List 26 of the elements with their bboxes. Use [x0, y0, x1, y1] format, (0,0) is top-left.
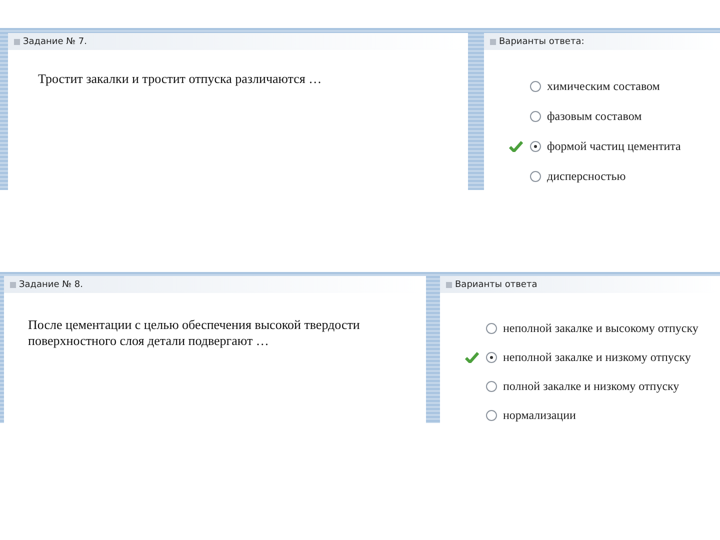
radio-button[interactable] — [530, 80, 541, 92]
answer-option[interactable]: фазовым составом — [547, 108, 642, 124]
square-icon — [446, 282, 452, 288]
answer-option[interactable]: химическим составом — [547, 78, 660, 94]
answers-title: Варианты ответа: — [499, 36, 584, 46]
answer-option[interactable]: полной закалке и низкому отпуску — [503, 378, 680, 394]
radio-button[interactable] — [486, 322, 497, 334]
answer-option[interactable]: дисперсностью — [547, 168, 626, 184]
radio-button[interactable] — [486, 352, 497, 362]
answer-option[interactable]: формой частиц цементита — [547, 138, 681, 154]
square-icon — [490, 38, 496, 44]
question-text: После цементации с целью обеспечения высокой твердости поверхностного слоя детали подвергают … — [27, 316, 361, 349]
radio-button[interactable] — [530, 170, 541, 182]
answer-option[interactable]: неполной закалке и низкому отпуску — [503, 350, 691, 364]
question-text: Тростит закалки и тростит отпуска различаются … — [37, 70, 323, 87]
square-icon — [10, 282, 16, 288]
answer-option[interactable]: нормализации — [503, 408, 576, 422]
square-icon — [14, 38, 20, 44]
radio-button[interactable] — [486, 380, 497, 392]
task-title: Задание № 7. — [23, 36, 87, 46]
answer-option[interactable]: неполной закалке и высокому отпуску — [503, 320, 698, 336]
task-title: Задание № 8. — [19, 280, 83, 290]
radio-button[interactable] — [530, 140, 541, 152]
radio-button[interactable] — [486, 410, 497, 420]
answers-title: Варианты ответа — [455, 280, 538, 290]
radio-button[interactable] — [530, 110, 541, 122]
